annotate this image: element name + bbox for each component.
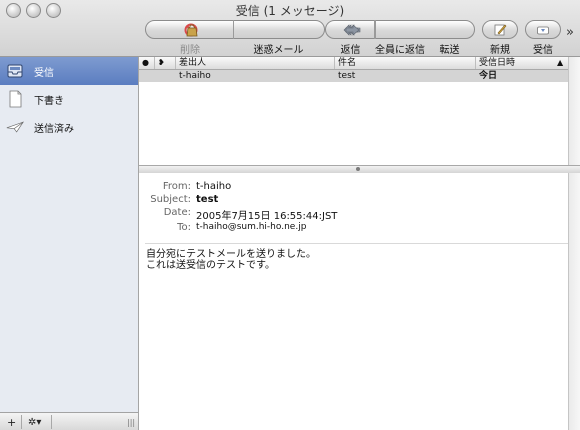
toolbar-overflow-button[interactable]: » xyxy=(566,25,574,40)
column-date[interactable]: 受信日時 xyxy=(476,57,556,69)
mailbox-sidebar: 受信 下書き 送信済み xyxy=(0,57,139,412)
table-row[interactable]: t-haiho test 今日 xyxy=(139,70,568,82)
new-label: 新規 xyxy=(490,45,510,56)
new-message-group: 新規 xyxy=(482,20,518,56)
toolbar: 削除 迷惑メール 返信 全員に返信 転送 新規 受信 » xyxy=(0,20,580,56)
sidebar-item-drafts[interactable]: 下書き xyxy=(0,85,138,113)
drafts-icon xyxy=(6,90,24,108)
column-flag[interactable]: ❥ xyxy=(155,57,176,69)
row-date: 今日 xyxy=(479,71,498,81)
from-value[interactable]: t-haiho xyxy=(196,181,231,192)
get-mail-group: 受信 xyxy=(525,20,561,56)
mailbox-icon xyxy=(537,26,549,34)
splitter-handle[interactable] xyxy=(356,167,360,171)
date-value: 2005年7月15日 16:55:44:JST xyxy=(196,211,338,222)
subject-key: Subject: xyxy=(150,194,191,205)
message-preview: From: t-haiho Subject: test Date: 2005年7… xyxy=(139,173,580,430)
sidebar-resize-handle[interactable]: ||| xyxy=(127,415,135,429)
sidebar-bottom-bar: + ✲▾ ||| xyxy=(0,412,139,430)
sidebar-item-sent[interactable]: 送信済み xyxy=(0,113,138,141)
reply-all-label: 全員に返信 xyxy=(375,45,425,56)
reply-label: 返信 xyxy=(340,45,361,56)
delete-junk-group: 削除 迷惑メール xyxy=(145,20,325,56)
sidebar-item-label: 受信 xyxy=(34,67,54,79)
to-value[interactable]: t-haiho@sum.hi-ho.ne.jp xyxy=(196,222,306,232)
reply-group: 返信 全員に返信 転送 xyxy=(325,20,475,56)
window-title: 受信 (1 メッセージ) xyxy=(235,4,345,18)
new-message-button[interactable] xyxy=(482,20,518,39)
body-line: これは送受信のテストです。 xyxy=(146,260,275,271)
divider xyxy=(51,415,52,429)
preview-scrollbar[interactable] xyxy=(568,173,580,430)
message-body: 自分宛にテストメールを送りました。 これは送受信のテストです。 xyxy=(146,249,316,271)
sidebar-item-label: 下書き xyxy=(34,95,64,107)
message-list-scrollbar[interactable] xyxy=(568,57,580,165)
mail-window: 受信 (1 メッセージ) 削除 迷惑メール 返信 全員に返信 転送 新規 受信 … xyxy=(0,0,580,430)
divider xyxy=(21,415,22,429)
junk-label: 迷惑メール xyxy=(253,45,304,56)
message-list: ● ❥ 差出人 件名 受信日時 ▲ t-haiho test 今日 xyxy=(139,57,580,165)
subject-value: test xyxy=(196,194,219,205)
column-from[interactable]: 差出人 xyxy=(176,57,335,69)
date-key: Date: xyxy=(163,207,191,218)
header-separator xyxy=(145,243,571,244)
from-key: From: xyxy=(162,181,191,192)
window-toolbar-area: 受信 (1 メッセージ) 削除 迷惑メール 返信 全員に返信 転送 新規 受信 … xyxy=(0,0,580,57)
body-line: 自分宛にテストメールを送りました。 xyxy=(146,249,316,260)
sort-ascending-icon: ▲ xyxy=(557,58,564,67)
message-list-header: ● ❥ 差出人 件名 受信日時 ▲ xyxy=(139,57,568,70)
forward-button[interactable] xyxy=(326,20,375,39)
add-mailbox-button[interactable]: + xyxy=(7,415,16,429)
inbox-icon xyxy=(6,62,24,80)
get-mail-label: 受信 xyxy=(533,45,553,56)
forward-arrow-icon xyxy=(345,23,360,36)
row-subject: test xyxy=(338,71,356,81)
compose-pencil-icon xyxy=(494,24,507,35)
get-mail-button[interactable] xyxy=(525,20,561,39)
action-gear-button[interactable]: ✲▾ xyxy=(28,415,41,429)
sidebar-item-inbox[interactable]: 受信 xyxy=(0,57,138,85)
sent-paper-plane-icon xyxy=(6,118,24,136)
sidebar-item-label: 送信済み xyxy=(34,123,74,135)
row-from: t-haiho xyxy=(179,71,211,81)
column-subject[interactable]: 件名 xyxy=(335,57,476,69)
to-key: To: xyxy=(177,222,191,233)
junk-bag-icon xyxy=(186,24,198,36)
junk-button[interactable] xyxy=(146,20,235,39)
forward-label: 転送 xyxy=(439,45,460,56)
delete-label: 削除 xyxy=(180,45,200,56)
column-status[interactable]: ● xyxy=(139,57,155,69)
